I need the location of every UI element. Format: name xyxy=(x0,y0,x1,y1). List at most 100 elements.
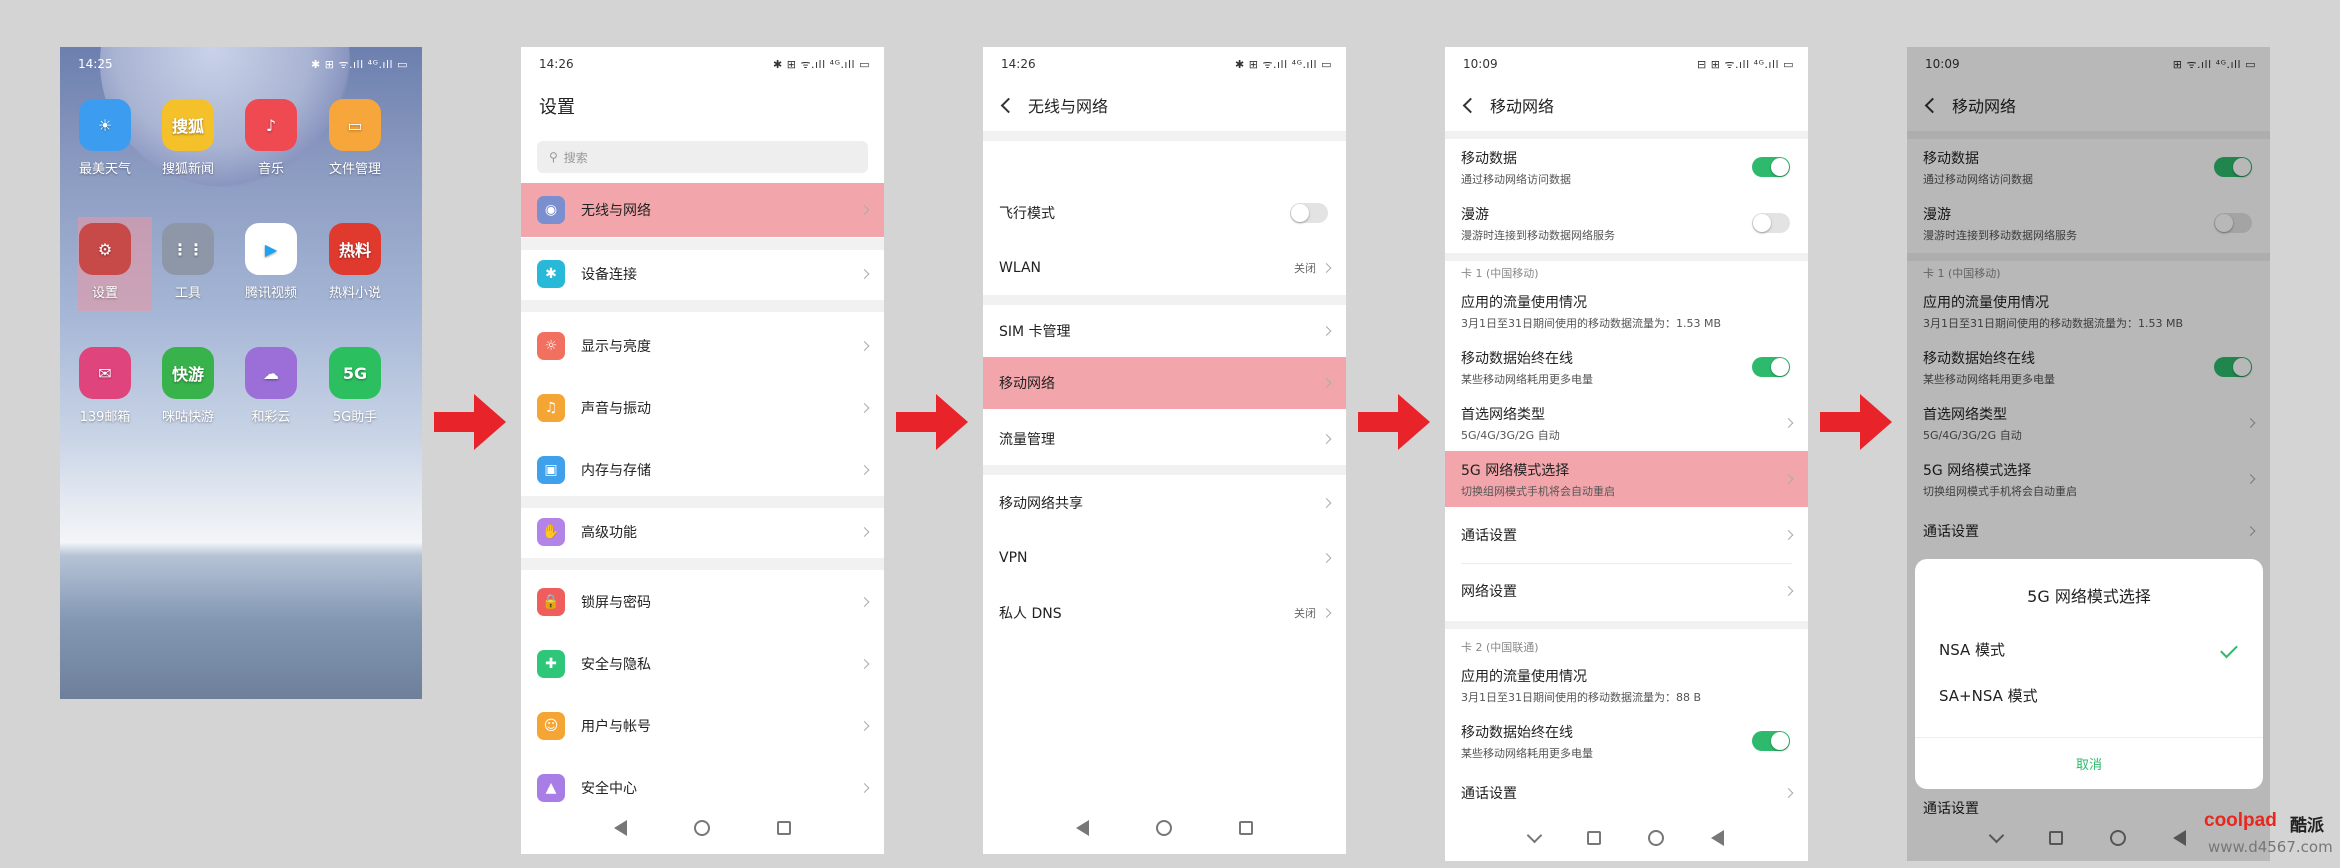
row-label: 网络设置 xyxy=(1461,584,1517,600)
dialog-title: 5G 网络模式选择 xyxy=(2027,587,2151,606)
wireless-item-label: SIM 卡管理 xyxy=(999,323,1071,340)
app-icon-7[interactable]: 热料 热料小说 xyxy=(320,223,390,301)
app-icon-6[interactable]: ▶ 腾讯视频 xyxy=(236,223,306,301)
row-sub: 切换组网模式手机将会自动重启 xyxy=(1461,484,1615,498)
wireless-item-0[interactable]: 飞行模式 xyxy=(983,185,1346,240)
settings-item-0[interactable]: ◉ 无线与网络 xyxy=(521,183,884,237)
app-icon-1[interactable]: 搜狐 搜狐新闻 xyxy=(153,99,223,177)
status-icons: ✱ ⊞ ᯤ.ıll ⁴ᴳ.ıll ▭ xyxy=(311,57,408,71)
search-input[interactable]: ⚲ 搜索 xyxy=(537,141,868,173)
mobile-data-switch[interactable] xyxy=(1752,157,1790,177)
app-icon-4[interactable]: ⚙ 设置 xyxy=(70,223,140,301)
settings-item-2[interactable]: ☼ 显示与亮度 xyxy=(521,317,884,375)
navigation-bar xyxy=(983,802,1346,854)
app-glyph-icon: ♪ xyxy=(245,99,297,151)
app-icon-11[interactable]: 5G 5G助手 xyxy=(320,347,390,425)
status-time: 14:26 xyxy=(539,57,574,71)
status-bar: 10:09 ⊟ ⊞ ᯤ.ıll ⁴ᴳ.ıll ▭ xyxy=(1445,47,1808,81)
card1-section-header: 卡 1 (中国移动) xyxy=(1461,267,1539,280)
always-on-switch-2[interactable] xyxy=(1752,731,1790,751)
chevron-right-icon xyxy=(1783,788,1794,798)
app-icon-0[interactable]: ☀ 最美天气 xyxy=(70,99,140,177)
chevron-right-icon xyxy=(1783,586,1794,596)
roaming-switch[interactable] xyxy=(1752,213,1790,233)
call-settings-row-2[interactable]: 通话设置 xyxy=(1445,769,1808,817)
wireless-item-label: 飞行模式 xyxy=(999,205,1055,222)
sa-nsa-mode-option[interactable]: SA+NSA 模式 xyxy=(1939,685,2038,706)
wireless-item-4[interactable]: 流量管理 xyxy=(983,411,1346,466)
app-icon-5[interactable]: ⋮⋮ 工具 xyxy=(153,223,223,301)
wireless-item-label: 流量管理 xyxy=(999,431,1055,448)
settings-item-8[interactable]: ☺ 用户与帐号 xyxy=(521,697,884,755)
wireless-item-6[interactable]: VPN xyxy=(983,530,1346,585)
app-label: 工具 xyxy=(174,286,201,301)
flow-arrow-1 xyxy=(434,394,506,450)
always-on-switch[interactable] xyxy=(1752,357,1790,377)
row-sub: 某些移动网络耗用更多电量 xyxy=(1461,746,1593,760)
app-icon-10[interactable]: ☁ 和彩云 xyxy=(236,347,306,425)
home-nav-icon[interactable] xyxy=(1648,830,1665,846)
settings-item-7[interactable]: ✚ 安全与隐私 xyxy=(521,635,884,693)
back-arrow-icon[interactable] xyxy=(1462,97,1479,113)
chevron-right-icon xyxy=(859,659,870,669)
cancel-button[interactable]: 取消 xyxy=(1915,754,2263,773)
home-nav-icon[interactable] xyxy=(1155,820,1172,836)
app-icon-9[interactable]: 快游 咪咕快游 xyxy=(153,347,223,425)
wireless-item-1[interactable]: WLAN 关闭 xyxy=(983,240,1346,295)
wireless-item-value: 关闭 xyxy=(1294,606,1316,620)
app-icon-2[interactable]: ♪ 音乐 xyxy=(236,99,306,177)
app-label: 139邮箱 xyxy=(79,410,131,425)
collapse-nav-icon[interactable] xyxy=(1526,827,1542,843)
5g-mode-dialog: 5G 网络模式选择 NSA 模式 SA+NSA 模式 取消 xyxy=(1915,559,2263,789)
settings-item-5[interactable]: ✋ 高级功能 xyxy=(521,503,884,561)
5g-mode-row[interactable]: 5G 网络模式选择 切换组网模式手机将会自动重启 xyxy=(1445,451,1808,507)
settings-item-3[interactable]: ♫ 声音与振动 xyxy=(521,379,884,437)
back-arrow-icon[interactable] xyxy=(1000,97,1017,113)
always-on-row[interactable]: 移动数据始终在线 某些移动网络耗用更多电量 xyxy=(1445,339,1808,395)
app-label: 热料小说 xyxy=(328,286,381,301)
settings-item-icon: ✋ xyxy=(537,518,565,546)
app-label: 搜狐新闻 xyxy=(161,162,214,177)
back-nav-icon[interactable] xyxy=(1076,820,1090,836)
status-icons: ✱ ⊞ ᯤ.ıll ⁴ᴳ.ıll ▭ xyxy=(1235,57,1332,71)
wireless-item-7[interactable]: 私人 DNS 关闭 xyxy=(983,585,1346,640)
row-label: 首选网络类型 xyxy=(1461,406,1545,423)
roaming-row[interactable]: 漫游 漫游时连接到移动数据网络服务 xyxy=(1445,195,1808,251)
watermark-brand-cn: 酷派 xyxy=(2290,816,2324,836)
wireless-item-label: 私人 DNS xyxy=(999,605,1062,622)
nsa-mode-option[interactable]: NSA 模式 xyxy=(1939,639,2005,660)
wireless-item-label: 移动网络共享 xyxy=(999,495,1083,512)
preferred-network-row[interactable]: 首选网络类型 5G/4G/3G/2G 自动 xyxy=(1445,395,1808,451)
network-settings-row[interactable]: 网络设置 xyxy=(1445,563,1808,619)
recents-nav-icon[interactable] xyxy=(776,821,791,835)
wireless-item-3[interactable]: 移动网络 xyxy=(983,357,1346,409)
wireless-item-2[interactable]: SIM 卡管理 xyxy=(983,303,1346,358)
wireless-item-5[interactable]: 移动网络共享 xyxy=(983,475,1346,530)
app-glyph-icon: ⋮⋮ xyxy=(162,223,214,275)
page-title: 移动网络 xyxy=(1490,97,1555,116)
mobile-data-row[interactable]: 移动数据 通过移动网络访问数据 xyxy=(1445,139,1808,195)
back-nav-icon[interactable] xyxy=(1711,830,1725,846)
recents-nav-icon[interactable] xyxy=(1586,831,1601,845)
wireless-item-value: 关闭 xyxy=(1294,261,1316,275)
settings-item-label: 锁屏与密码 xyxy=(581,595,651,611)
call-settings-row[interactable]: 通话设置 xyxy=(1445,507,1808,563)
settings-item-4[interactable]: ▣ 内存与存储 xyxy=(521,441,884,499)
settings-item-6[interactable]: 🔒 锁屏与密码 xyxy=(521,573,884,631)
chevron-right-icon xyxy=(1783,418,1794,428)
app-usage-row[interactable]: 应用的流量使用情况 3月1日至31日期间使用的移动数据流量为：1.53 MB xyxy=(1445,283,1808,339)
settings-item-1[interactable]: ✱ 设备连接 xyxy=(521,245,884,303)
home-nav-icon[interactable] xyxy=(693,820,710,836)
app-icon-8[interactable]: ✉ 139邮箱 xyxy=(70,347,140,425)
app-usage-row-2[interactable]: 应用的流量使用情况 3月1日至31日期间使用的移动数据流量为：88 B xyxy=(1445,657,1808,713)
navigation-bar xyxy=(521,802,884,854)
chevron-right-icon xyxy=(1321,607,1332,618)
status-bar: 14:25 ✱ ⊞ ᯤ.ıll ⁴ᴳ.ıll ▭ xyxy=(60,47,422,81)
recents-nav-icon[interactable] xyxy=(1238,821,1253,835)
airplane-mode-switch[interactable] xyxy=(1290,202,1328,223)
status-time: 14:26 xyxy=(1001,57,1036,71)
app-icon-3[interactable]: ▭ 文件管理 xyxy=(320,99,390,177)
always-on-row-2[interactable]: 移动数据始终在线 某些移动网络耗用更多电量 xyxy=(1445,713,1808,769)
chevron-right-icon xyxy=(1321,378,1332,388)
back-nav-icon[interactable] xyxy=(614,820,628,836)
